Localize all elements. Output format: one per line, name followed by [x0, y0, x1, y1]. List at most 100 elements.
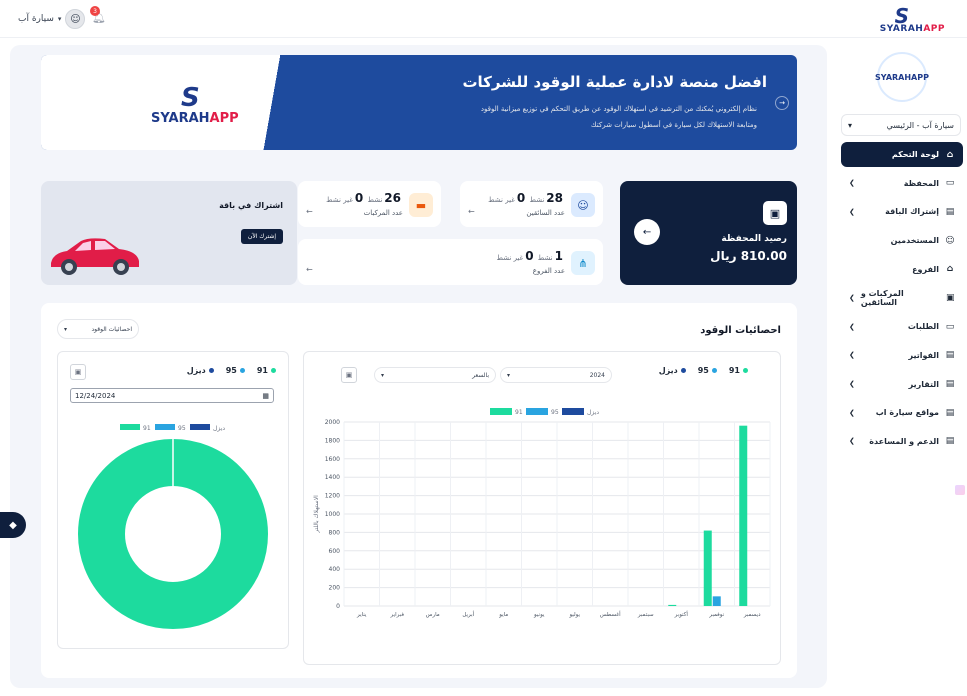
vehicle-icon: ▬	[409, 193, 433, 217]
banner-prev-button[interactable]: ←	[49, 96, 63, 110]
year-select-value: 2024	[589, 371, 605, 379]
x-tick-label: سبتمبر	[637, 612, 654, 618]
sidebar-item-5[interactable]: ❮ المركبات و السائقين ▣	[841, 285, 963, 310]
x-tick-label: يونيو	[533, 612, 545, 618]
chevron-icon: ❮	[849, 437, 855, 446]
support-icon: ▤	[945, 436, 955, 447]
unit-select[interactable]: بالسعر ▾	[374, 367, 496, 383]
user-menu[interactable]: سيارة آب ▾ ☺	[18, 8, 86, 30]
donut-legend-diesel[interactable]: ديزل	[187, 366, 214, 375]
branches-active: 1	[554, 249, 563, 263]
driver-icon: ☺	[571, 193, 595, 217]
main-content: S SYARAHAPP افضل منصة لادارة عملية الوقو…	[10, 45, 827, 688]
sidebar-item-0[interactable]: ⌂ لوحة التحكم	[841, 142, 963, 167]
subscribe-now-button[interactable]: إشترك الآن	[241, 229, 283, 244]
avatar: ☺	[65, 9, 86, 29]
branches-stat-card[interactable]: ⋔ 1نشط 0غير نشط عدد الفروع ←	[298, 239, 603, 285]
wallet-balance-card: ▣ رصيد المحفظة 810.00 ريال ←	[620, 181, 797, 285]
home-icon: ⌂	[946, 149, 954, 160]
bar-95	[712, 596, 721, 606]
banner-title: افضل منصة لادارة عملية الوقود للشركات	[462, 73, 767, 91]
y-tick-label: 400	[329, 566, 341, 573]
fuel-statistics-title: احصائيات الوقود	[700, 325, 781, 336]
user-name: سيارة آب	[18, 14, 54, 24]
sidebar-item-8[interactable]: ❮ التقارير ▤	[841, 372, 963, 397]
chevron-icon: ❮	[849, 380, 855, 388]
sidebar: SYARAHAPP سيارة آب - الرئيسي ▾ ⌂ لوحة الت…	[837, 38, 967, 696]
banner-next-button[interactable]: →	[775, 96, 789, 110]
brand-logo-text: SYARAHAPP	[880, 24, 945, 34]
camera-icon[interactable]: ▣	[341, 367, 357, 383]
chevron-down-icon: ▾	[64, 325, 68, 333]
donut-legend-91[interactable]: 91	[257, 366, 276, 375]
sidebar-item-3[interactable]: ☺ المستخدمين	[841, 228, 963, 253]
account-select[interactable]: سيارة آب - الرئيسي ▾	[841, 114, 961, 136]
donut-legend-swatch	[155, 424, 175, 430]
sidebar-item-4[interactable]: ⌂ الفروع	[841, 257, 963, 282]
donut-legend-91-label: 91	[256, 366, 268, 375]
arrow-left-icon: ←	[306, 265, 313, 274]
legend-95[interactable]: 95	[698, 366, 717, 375]
notification-bell-icon[interactable]: 🔔︎ 3	[90, 6, 106, 24]
donut-legend-95[interactable]: 95	[226, 366, 245, 375]
legend-91-dot	[743, 368, 748, 373]
promo-title: اشتراك في باقة	[219, 201, 283, 210]
x-tick-label: يناير	[356, 612, 367, 618]
banner-line-1: نظام إلكتروني يُمكنك من الترشيد في استهل…	[480, 105, 757, 113]
legend-91-dot	[271, 368, 276, 373]
vehicles-caption: عدد المركبات	[363, 209, 403, 217]
subscription-promo-card: اشتراك في باقة إشترك الآن	[41, 181, 297, 285]
bar-chart-top-legend: 91 95 ديزل	[659, 366, 748, 375]
y-tick-label: 0	[336, 603, 340, 610]
y-tick-label: 1400	[325, 474, 340, 481]
sidebar-item-10[interactable]: ❮ الدعم و المساعدة ▤	[841, 429, 963, 454]
sidebar-item-label: المحفظة	[903, 178, 939, 188]
donut-legend-label: 91	[143, 425, 151, 432]
drivers-stat-card[interactable]: ☺ 28نشط 0غير نشط عدد السائقين ←	[460, 181, 603, 227]
donut-legend-diesel-label: ديزل	[186, 366, 206, 375]
wallet-arrow-button[interactable]: ←	[634, 219, 660, 245]
vehicles-stat-card[interactable]: ▬ 26نشط 0غير نشط عدد المركبات ←	[298, 181, 441, 227]
branch-icon: ⋔	[571, 251, 595, 275]
y-tick-label: 1600	[325, 456, 340, 463]
year-select[interactable]: 2024 ▾	[500, 367, 612, 383]
sidebar-item-2[interactable]: ❮ إشتراك الباقة ▤	[841, 199, 963, 224]
y-tick-label: 2000	[325, 419, 340, 426]
legend-diesel[interactable]: ديزل	[659, 366, 686, 375]
fuel-statistics-select[interactable]: احصائيات الوقود ▾	[57, 319, 139, 339]
arrow-left-icon: ←	[468, 207, 475, 216]
theme-paint-icon[interactable]: ◆	[0, 512, 26, 538]
branches-inactive: 0	[525, 249, 534, 263]
chevron-icon: ❮	[849, 351, 855, 360]
date-input[interactable]: 12/24/2024 ▦	[70, 388, 274, 403]
camera-icon[interactable]: ▣	[70, 364, 86, 380]
chevron-down-icon: ▾	[57, 15, 62, 23]
donut-chart: 91 95 ديزل	[78, 424, 268, 629]
brand-logo-text-1: SYARAH	[879, 24, 924, 34]
sidebar-item-6[interactable]: ❮ الطلبات ▭	[841, 314, 963, 339]
drivers-caption: عدد السائقين	[526, 209, 565, 217]
y-tick-label: 200	[329, 585, 341, 592]
branches-caption: عدد الفروع	[532, 267, 565, 275]
account-select-value: سيارة آب - الرئيسي	[886, 120, 954, 130]
drivers-inactive: 0	[516, 191, 526, 205]
sidebar-item-label: الدعم و المساعدة	[869, 436, 939, 446]
unit-select-value: بالسعر	[472, 371, 489, 379]
bar-chart-panel: 91 95 ديزل 2024 ▾ بالسعر ▾ ▣ 91 95 ديزل 0 200 4…	[303, 351, 781, 665]
sidebar-item-7[interactable]: ❮ الفواتير ▤	[841, 343, 963, 368]
location-icon: ▤	[945, 407, 955, 418]
sidebar-item-9[interactable]: ❮ مواقع سيارة اب ▤	[841, 400, 963, 425]
drivers-counts: 28نشط 0غير نشط	[488, 191, 565, 205]
sidebar-item-1[interactable]: ❮ المحفظة ▭	[841, 171, 963, 196]
legend-91[interactable]: 91	[729, 366, 748, 375]
brand-logo[interactable]: S SYARAHAPP	[857, 4, 945, 34]
vehicles-inactive-label: غير نشط	[326, 196, 353, 204]
drivers-active: 28	[546, 191, 563, 205]
donut-chart-panel: 91 95 ديزل ▣ 12/24/2024 ▦ 91 95 ديزل	[57, 351, 289, 649]
banner-logo-text-1: SYARAH	[151, 111, 210, 126]
y-tick-label: 600	[329, 548, 341, 555]
wallet-value: 810.00 ريال	[710, 249, 787, 263]
x-tick-label: أبريل	[462, 610, 474, 618]
chevron-icon: ❮	[849, 322, 855, 331]
chevron-icon: ❮	[849, 293, 855, 302]
